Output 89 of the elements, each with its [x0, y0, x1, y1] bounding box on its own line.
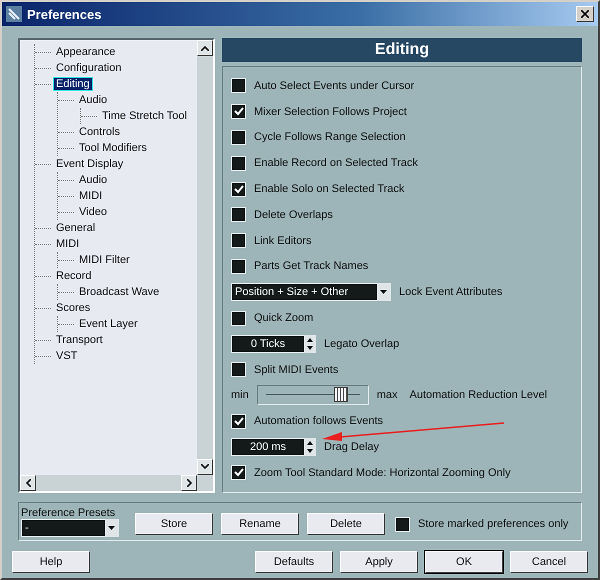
scroll-down-button[interactable] [197, 458, 213, 475]
presets-dropdown[interactable]: - [21, 519, 119, 537]
preset-button[interactable]: Store [135, 513, 213, 536]
tree-item[interactable]: Event Layer [77, 318, 140, 330]
dropdown[interactable]: Position + Size + Other [231, 283, 391, 302]
tree-item[interactable]: Scores [54, 302, 92, 314]
option-label: Quick Zoom [254, 312, 314, 324]
checkbox[interactable] [231, 104, 246, 120]
horizontal-scrollbar[interactable] [20, 474, 197, 491]
slider-track[interactable] [256, 385, 369, 406]
slider-thumb[interactable] [334, 387, 348, 402]
option-label: Zoom Tool Standard Mode: Horizontal Zooming Only [254, 466, 511, 479]
checkbox[interactable] [231, 78, 246, 94]
checkbox[interactable] [231, 465, 246, 480]
left-icon [26, 478, 30, 487]
option-label: Automation follows Events [254, 415, 384, 428]
presets-label: Preference Presets [21, 507, 116, 519]
option-label: Enable Solo on Selected Track [254, 183, 404, 196]
checkbox[interactable] [231, 258, 246, 274]
spinner-field[interactable]: 0 Ticks [231, 334, 316, 353]
slider-max-label: max [376, 389, 398, 402]
slider-min-label: min [231, 389, 249, 402]
option-label: Cycle Follows Range Selection [254, 131, 406, 144]
tree-item[interactable]: General [54, 222, 98, 234]
tree-item[interactable]: Video [77, 206, 109, 218]
tree-item[interactable]: Event Display [54, 158, 126, 170]
dialog-button[interactable]: Defaults [255, 551, 333, 573]
close-button[interactable] [576, 6, 594, 22]
option-label: Split MIDI Events [254, 364, 338, 376]
checkbox[interactable] [231, 156, 246, 171]
scrollbar-corner [197, 474, 213, 491]
checkbox[interactable] [231, 310, 246, 326]
checkbox[interactable] [395, 516, 410, 532]
tree-item[interactable]: Time Stretch Tool [100, 110, 189, 122]
right-icon [186, 478, 192, 487]
preset-button[interactable]: Delete [307, 513, 385, 536]
dropdown-label: Lock Event Attributes [399, 286, 502, 298]
tree-item[interactable]: Transport [54, 334, 105, 346]
dialog-button[interactable]: Apply [340, 551, 418, 573]
spinner-label: Drag Delay [324, 441, 380, 454]
option-label: Parts Get Track Names [254, 260, 368, 272]
option-label: Mixer Selection Follows Project [254, 106, 407, 118]
dialog-button[interactable]: Cancel [510, 551, 588, 573]
vertical-scrollbar[interactable] [197, 40, 213, 475]
tree-item[interactable]: MIDI Filter [77, 254, 132, 266]
tree-item[interactable]: Appearance [54, 46, 118, 58]
option-label: Delete Overlaps [254, 208, 333, 221]
caret-icon [380, 290, 387, 294]
down-icon [306, 346, 312, 350]
section-header: Editing [222, 38, 582, 62]
dialog-button[interactable]: Help [12, 551, 90, 573]
checkbox[interactable] [231, 233, 246, 248]
option-label: Auto Select Events under Cursor [254, 80, 414, 92]
option-label: Link Editors [254, 234, 312, 247]
tree-item[interactable]: Audio [77, 174, 110, 186]
checkbox[interactable] [231, 414, 246, 429]
down-icon [306, 449, 312, 454]
down-icon [201, 464, 209, 470]
tree-item[interactable]: Controls [77, 126, 122, 138]
tree-item[interactable]: VST [54, 350, 80, 362]
scroll-up-button[interactable] [197, 40, 213, 56]
caret-icon [108, 526, 115, 530]
app-icon [6, 6, 22, 22]
close-icon [581, 10, 589, 18]
tree-item[interactable]: Configuration [54, 62, 124, 74]
tree-item[interactable]: Tool Modifiers [77, 142, 149, 154]
tree-item[interactable]: Audio [77, 94, 110, 106]
tree-item[interactable]: MIDI [77, 190, 104, 202]
up-icon [306, 441, 312, 446]
up-icon [306, 338, 312, 342]
dialog-button[interactable]: OK [425, 551, 503, 573]
tree-item[interactable]: Broadcast Wave [77, 286, 162, 298]
up-icon [201, 46, 209, 50]
preset-button[interactable]: Rename [221, 513, 299, 536]
scroll-left-button[interactable] [20, 474, 36, 491]
option-label: Enable Record on Selected Track [254, 157, 418, 170]
checkbox[interactable] [231, 207, 246, 222]
scroll-right-button[interactable] [181, 474, 197, 491]
checkbox[interactable] [231, 130, 246, 145]
tree-item[interactable]: Record [54, 270, 94, 282]
option-label: Store marked preferences only [418, 518, 568, 530]
checkbox[interactable] [231, 182, 246, 197]
spinner-label: Legato Overlap [324, 338, 400, 350]
tree-item[interactable]: Editing [54, 78, 92, 90]
window-title: Preferences [27, 6, 102, 22]
tree-item[interactable]: MIDI [54, 238, 82, 250]
checkbox[interactable] [231, 362, 246, 378]
spinner-field[interactable]: 200 ms [231, 438, 316, 456]
option-label: Automation Reduction Level [410, 389, 548, 402]
